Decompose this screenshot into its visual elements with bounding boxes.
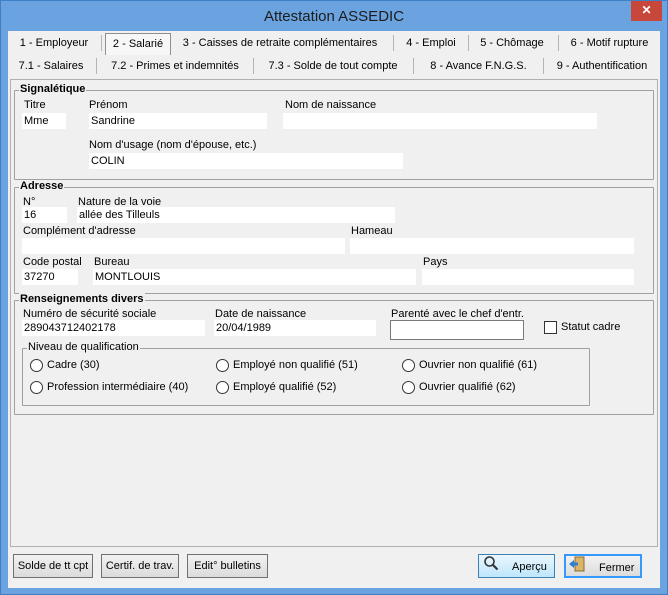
nom-naissance-label: Nom de naissance [285, 99, 377, 111]
tab-primes-indemnites[interactable]: 7.2 - Primes et indemnités [100, 56, 250, 76]
group-renseignements-divers: Renseignements divers Numéro de sécurité… [14, 293, 654, 415]
voie-field[interactable]: allée des Tilleuls [77, 207, 395, 223]
group-title-qualification: Niveau de qualification [27, 341, 140, 353]
radio-profession-intermediaire-label: Profession intermédiaire (40) [47, 381, 189, 393]
group-niveau-qualification: Niveau de qualification Cadre (30) Emplo… [22, 341, 590, 406]
radio-cadre[interactable] [30, 359, 43, 372]
complement-label: Complément d'adresse [23, 225, 136, 237]
radio-ouvrier-non-qualifie-label: Ouvrier non qualifié (61) [419, 359, 538, 371]
tab-emploi[interactable]: 4 - Emploi [398, 33, 464, 53]
prenom-field[interactable]: Sandrine [89, 113, 267, 129]
window-title: Attestation ASSEDIC [263, 8, 405, 25]
prenom-label: Prénom [89, 99, 128, 111]
tab-avance-fngs[interactable]: 8 - Avance F.N.G.S. [416, 56, 541, 76]
group-signaletique: Signalétique Titre Mme Prénom Sandrine N… [14, 83, 654, 180]
group-title-divers: Renseignements divers [19, 293, 145, 305]
radio-employe-qualifie-label: Employé qualifié (52) [233, 381, 337, 393]
secu-label: Numéro de sécurité sociale [23, 308, 157, 320]
solde-tout-compte-button[interactable]: Solde de tt cpt [13, 554, 93, 578]
group-title-signaletique: Signalétique [19, 83, 87, 95]
naissance-label: Date de naissance [215, 308, 307, 320]
parente-label: Parenté avec le chef d'entr. [391, 308, 524, 320]
radio-profession-intermediaire[interactable] [30, 381, 43, 394]
radio-employe-qualifie[interactable] [216, 381, 229, 394]
pays-field[interactable] [422, 269, 634, 285]
tab-panel-salarie: Signalétique Titre Mme Prénom Sandrine N… [10, 79, 658, 547]
radio-cadre-label: Cadre (30) [47, 359, 100, 371]
radio-ouvrier-qualifie[interactable] [402, 381, 415, 394]
numero-field[interactable]: 16 [22, 207, 67, 223]
pays-label: Pays [423, 256, 448, 268]
apercu-label: Aperçu [512, 560, 547, 573]
radio-ouvrier-non-qualifie[interactable] [402, 359, 415, 372]
group-adresse: Adresse N° 16 Nature de la voie allée de… [14, 180, 654, 294]
radio-ouvrier-qualifie-label: Ouvrier qualifié (62) [419, 381, 516, 393]
bureau-label: Bureau [94, 256, 130, 268]
tab-employeur[interactable]: 1 - Employeur [10, 33, 98, 53]
tab-chomage[interactable]: 5 - Chômage [473, 33, 551, 53]
nom-naissance-field[interactable] [283, 113, 597, 129]
hameau-label: Hameau [351, 225, 393, 237]
edit-bulletins-button[interactable]: Edit° bulletins [187, 554, 268, 578]
nom-usage-label: Nom d'usage (nom d'épouse, etc.) [89, 139, 257, 151]
tab-salarie[interactable]: 2 - Salarié [105, 33, 171, 55]
tab-authentification[interactable]: 9 - Authentification [548, 56, 656, 76]
tab-motif-rupture[interactable]: 6 - Motif rupture [563, 33, 656, 53]
titre-field[interactable]: Mme [22, 113, 66, 129]
tab-caisses-retraite[interactable]: 3 - Caisses de retraite complémentaires [178, 33, 382, 53]
apercu-button[interactable]: Aperçu [478, 554, 555, 578]
certif-travail-button[interactable]: Certif. de trav. [101, 554, 179, 578]
code-postal-field[interactable]: 37270 [22, 269, 78, 285]
nom-usage-field[interactable]: COLIN [89, 153, 403, 169]
bureau-field[interactable]: MONTLOUIS [93, 269, 416, 285]
exit-door-icon [568, 556, 586, 580]
radio-employe-non-qualifie[interactable] [216, 359, 229, 372]
parente-field[interactable] [390, 320, 524, 340]
close-button[interactable]: ✕ [631, 1, 662, 21]
radio-employe-non-qualifie-label: Employé non qualifié (51) [233, 359, 358, 371]
code-postal-label: Code postal [23, 256, 82, 268]
dialog-client: 1 - Employeur 2 - Salarié 3 - Caisses de… [8, 31, 660, 588]
tab-salaires[interactable]: 7.1 - Salaires [10, 56, 92, 76]
secu-field[interactable]: 289043712402178 [22, 320, 205, 336]
window: Attestation ASSEDIC ✕ 1 - Employeur 2 - … [0, 0, 668, 595]
hameau-field[interactable] [350, 238, 634, 254]
magnifier-icon [483, 555, 499, 579]
group-title-adresse: Adresse [19, 180, 65, 192]
fermer-label: Fermer [599, 561, 635, 574]
tab-solde-tout-compte[interactable]: 7.3 - Solde de tout compte [258, 56, 408, 76]
statut-cadre-checkbox[interactable] [544, 321, 557, 334]
complement-field[interactable] [22, 238, 345, 254]
naissance-field[interactable]: 20/04/1989 [214, 320, 376, 336]
statut-cadre-label: Statut cadre [561, 321, 621, 333]
fermer-button[interactable]: Fermer [564, 554, 642, 578]
titre-label: Titre [24, 99, 46, 111]
